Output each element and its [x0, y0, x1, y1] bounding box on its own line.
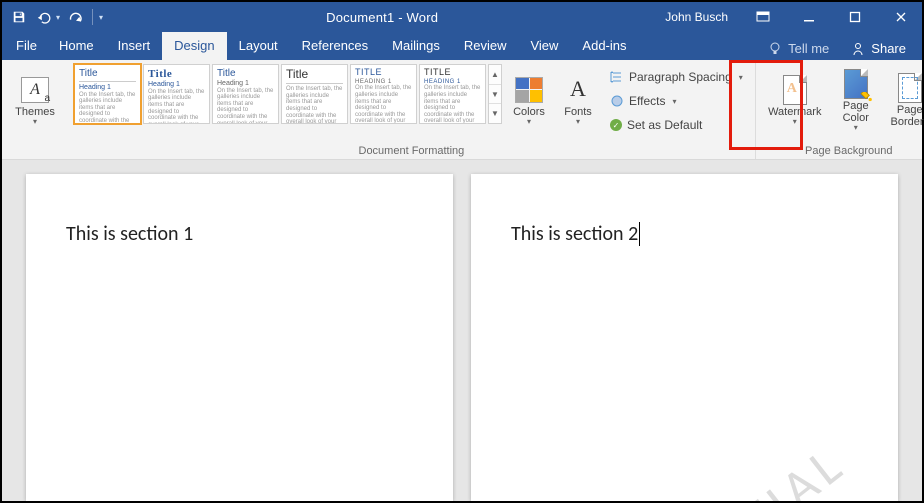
watermark-button[interactable]: A Watermark ▾: [762, 64, 828, 138]
ribbon: Aa Themes ▾ Title Heading 1 On the Inser…: [2, 60, 922, 160]
set-as-default-button[interactable]: ✓ Set as Default: [604, 114, 749, 136]
tab-references[interactable]: References: [290, 32, 380, 60]
share-label: Share: [871, 41, 906, 56]
check-icon: ✓: [610, 119, 622, 131]
colors-icon: [515, 77, 543, 103]
paragraph-spacing-label: Paragraph Spacing: [629, 70, 732, 84]
title-bar: ▾ ▾ Document1 - Word John Busch: [2, 2, 922, 32]
page-2[interactable]: This is section 2 CONFIDENTIAL: [471, 174, 898, 501]
tab-review[interactable]: Review: [452, 32, 519, 60]
share-icon: [851, 42, 865, 56]
effects-label: Effects: [629, 94, 665, 108]
page-1[interactable]: This is section 1: [26, 174, 453, 501]
tab-file[interactable]: File: [6, 32, 47, 60]
watermark-icon: A: [783, 75, 807, 105]
tab-addins[interactable]: Add-ins: [570, 32, 638, 60]
gallery-scroll[interactable]: ▲ ▼ ▼: [488, 64, 502, 124]
quick-access-toolbar: ▾ ▾: [2, 6, 109, 28]
ribbon-display-options[interactable]: [742, 2, 784, 32]
gallery-up-icon[interactable]: ▲: [489, 65, 501, 85]
style-set-gallery[interactable]: Title Heading 1 On the Insert tab, the g…: [74, 64, 502, 124]
close-button[interactable]: [880, 2, 922, 32]
page-color-icon: [844, 69, 868, 99]
tab-view[interactable]: View: [518, 32, 570, 60]
fonts-icon: A: [570, 77, 586, 101]
style-set-2[interactable]: Title Heading 1 On the Insert tab, the g…: [143, 64, 210, 124]
page-color-button[interactable]: Page Color ▾: [832, 64, 880, 138]
paragraph-spacing-icon: [610, 70, 624, 84]
watermark-text: CONFIDENTIAL: [515, 431, 858, 501]
paragraph-spacing-button[interactable]: Paragraph Spacing▾: [604, 66, 749, 88]
tab-mailings[interactable]: Mailings: [380, 32, 452, 60]
fonts-button[interactable]: A Fonts ▾: [556, 64, 600, 138]
share-button[interactable]: Share: [839, 37, 918, 60]
themes-label: Themes: [15, 106, 55, 118]
user-name[interactable]: John Busch: [655, 10, 738, 24]
ribbon-tabs: File Home Insert Design Layout Reference…: [2, 32, 922, 60]
watermark-label: Watermark: [768, 106, 821, 118]
page-borders-button[interactable]: Page Borders: [884, 64, 924, 138]
page-1-text: This is section 1: [66, 222, 193, 246]
style-set-6[interactable]: TITLE HEADING 1 On the Insert tab, the g…: [419, 64, 486, 124]
style-set-4[interactable]: Title On the Insert tab, the galleries i…: [281, 64, 348, 124]
group-label-document-formatting: Document Formatting: [74, 143, 749, 157]
tab-insert[interactable]: Insert: [106, 32, 163, 60]
tab-design[interactable]: Design: [162, 32, 226, 60]
style-set-5[interactable]: TITLE HEADING 1 On the Insert tab, the g…: [350, 64, 417, 124]
themes-icon: Aa: [21, 77, 49, 103]
tab-layout[interactable]: Layout: [227, 32, 290, 60]
undo-button[interactable]: [34, 6, 56, 28]
page-borders-icon: [898, 73, 922, 103]
set-as-default-label: Set as Default: [627, 118, 702, 132]
gallery-more-icon[interactable]: ▼: [489, 104, 501, 123]
group-label-page-background: Page Background: [762, 143, 924, 157]
page-borders-label: Page Borders: [884, 104, 924, 128]
colors-button[interactable]: Colors ▾: [506, 64, 552, 138]
tab-home[interactable]: Home: [47, 32, 106, 60]
style-set-3[interactable]: Title Heading 1 On the Insert tab, the g…: [212, 64, 279, 124]
page-2-text: This is section 2: [511, 222, 640, 246]
page-color-label: Page Color: [832, 100, 880, 124]
save-button[interactable]: [8, 6, 30, 28]
themes-button[interactable]: Aa Themes ▾: [8, 64, 62, 138]
effects-button[interactable]: Effects▾: [604, 90, 749, 112]
maximize-button[interactable]: [834, 2, 876, 32]
window-title: Document1 - Word: [109, 10, 655, 25]
colors-label: Colors: [513, 106, 545, 118]
minimize-button[interactable]: [788, 2, 830, 32]
lightbulb-icon: [768, 42, 782, 56]
style-set-1[interactable]: Title Heading 1 On the Insert tab, the g…: [74, 64, 141, 124]
document-area[interactable]: This is section 1 This is section 2 CONF…: [2, 160, 922, 501]
tell-me-label: Tell me: [788, 41, 829, 56]
redo-button[interactable]: [64, 6, 86, 28]
fonts-label: Fonts: [564, 106, 592, 118]
effects-icon: [610, 94, 624, 108]
gallery-down-icon[interactable]: ▼: [489, 85, 501, 105]
tell-me[interactable]: Tell me: [758, 37, 839, 60]
